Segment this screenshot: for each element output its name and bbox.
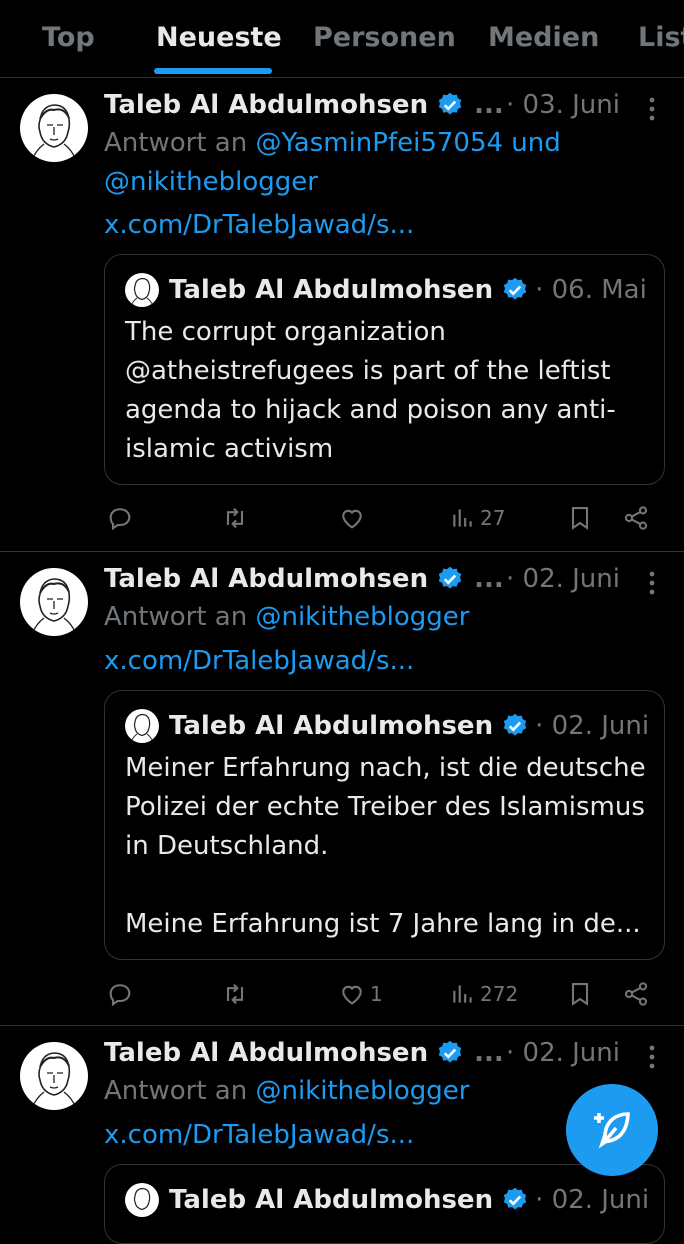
quoted-date: · 02. Juni	[535, 711, 650, 741]
avatar[interactable]	[20, 94, 88, 162]
name-ellipsis: ...	[474, 1038, 504, 1068]
tweet-actions: 27	[0, 500, 684, 536]
like-icon	[342, 509, 362, 529]
verified-badge-icon	[503, 277, 527, 300]
share-icon	[624, 506, 648, 530]
view-count: 272	[480, 982, 519, 1006]
quoted-author-name: Taleb Al Abdulmohsen	[169, 275, 494, 305]
quoted-date: · 06. Mai	[535, 275, 647, 305]
avatar-sketch-icon	[31, 578, 77, 635]
reply-icon	[109, 508, 131, 531]
share-button[interactable]	[622, 976, 650, 1012]
avatar-sketch-icon	[133, 1187, 151, 1211]
tweet-date[interactable]: · 02. Juni	[506, 1038, 620, 1068]
quoted-author-name: Taleb Al Abdulmohsen	[169, 711, 494, 741]
reply-button[interactable]	[106, 976, 134, 1012]
compose-button[interactable]	[566, 1084, 658, 1176]
reply-mentions[interactable]: @nikitheblogger	[255, 1076, 469, 1106]
quoted-text: Meiner Erfahrung nach, ist die deutsche …	[125, 753, 646, 939]
retweet-icon	[226, 983, 244, 1005]
verified-badge-icon	[438, 566, 462, 589]
view-count: 27	[480, 506, 506, 530]
reply-context: Antwort an @YasminPfei57054 und @nikithe…	[104, 124, 624, 202]
tweet-link[interactable]: x.com/DrTalebJawad/s...	[104, 1120, 414, 1150]
retweet-button[interactable]	[220, 976, 250, 1012]
avatar-sketch-icon	[31, 104, 77, 161]
tweet-date[interactable]: · 02. Juni	[506, 564, 620, 594]
author-name[interactable]: Taleb Al Abdulmohsen	[104, 90, 428, 120]
tweet[interactable]: Taleb Al Abdulmohsen ... · 03. Juni Antw…	[0, 78, 684, 552]
like-button[interactable]	[338, 500, 370, 536]
avatar[interactable]	[20, 568, 88, 636]
like-count: 1	[370, 982, 383, 1006]
tweet-actions: 1 272	[0, 976, 684, 1012]
search-tabs: Top Neueste Personen Medien List	[0, 0, 684, 78]
tweet-link[interactable]: x.com/DrTalebJawad/s...	[104, 210, 414, 240]
quoted-avatar	[125, 1183, 159, 1217]
author-name[interactable]: Taleb Al Abdulmohsen	[104, 564, 428, 594]
reply-button[interactable]	[106, 500, 134, 536]
more-icon[interactable]	[642, 1042, 662, 1072]
reply-icon	[109, 984, 131, 1007]
like-button[interactable]: 1	[338, 976, 383, 1012]
share-button[interactable]	[622, 500, 650, 536]
tweet-link[interactable]: x.com/DrTalebJawad/s...	[104, 646, 414, 676]
bookmark-icon	[571, 983, 589, 1006]
quoted-tweet[interactable]: Taleb Al Abdulmohsen · 02. Juni Meiner E…	[104, 690, 665, 960]
quoted-avatar	[125, 709, 159, 743]
retweet-icon	[226, 507, 244, 529]
tab-neueste[interactable]: Neueste	[156, 22, 282, 53]
quoted-author-name: Taleb Al Abdulmohsen	[169, 1185, 494, 1215]
tab-listen[interactable]: List	[638, 22, 684, 53]
verified-badge-icon	[503, 1187, 527, 1210]
name-ellipsis: ...	[474, 90, 504, 120]
quoted-tweet[interactable]: Taleb Al Abdulmohsen · 02. Juni	[104, 1164, 665, 1244]
verified-badge-icon	[438, 92, 462, 115]
avatar[interactable]	[20, 1042, 88, 1110]
reply-context: Antwort an @nikitheblogger	[104, 598, 624, 637]
avatar-sketch-icon	[130, 713, 154, 743]
tab-personen[interactable]: Personen	[313, 22, 456, 53]
quoted-avatar	[125, 273, 159, 307]
views-button[interactable]: 27	[450, 500, 505, 536]
more-icon[interactable]	[642, 568, 662, 598]
more-icon[interactable]	[642, 94, 662, 124]
quoted-date: · 02. Juni	[535, 1185, 650, 1215]
retweet-button[interactable]	[220, 500, 250, 536]
avatar-sketch-icon	[130, 277, 154, 307]
tab-top[interactable]: Top	[42, 22, 95, 53]
reply-context: Antwort an @nikitheblogger	[104, 1072, 624, 1111]
views-icon	[453, 509, 472, 527]
author-name[interactable]: Taleb Al Abdulmohsen	[104, 1038, 428, 1068]
reply-prefix: Antwort an	[104, 1076, 256, 1106]
reply-prefix: Antwort an	[104, 128, 256, 158]
like-icon	[342, 985, 362, 1005]
tab-medien[interactable]: Medien	[488, 22, 599, 53]
bookmark-button[interactable]	[566, 500, 594, 536]
tweet[interactable]: Taleb Al Abdulmohsen ... · 02. Juni Antw…	[0, 552, 684, 1026]
verified-badge-icon	[503, 713, 527, 736]
bookmark-icon	[571, 507, 589, 530]
views-icon	[453, 985, 472, 1003]
name-ellipsis: ...	[474, 564, 504, 594]
compose-icon	[594, 1112, 630, 1149]
reply-prefix: Antwort an	[104, 602, 256, 632]
verified-badge-icon	[438, 1040, 462, 1063]
tweet-date[interactable]: · 03. Juni	[506, 90, 620, 120]
bookmark-button[interactable]	[566, 976, 594, 1012]
views-button[interactable]: 272	[450, 976, 518, 1012]
quoted-tweet[interactable]: Taleb Al Abdulmohsen · 06. Mai The corru…	[104, 254, 665, 485]
reply-mentions[interactable]: @nikitheblogger	[255, 602, 469, 632]
avatar-sketch-icon	[31, 1052, 77, 1109]
active-tab-indicator	[154, 68, 272, 74]
share-icon	[624, 982, 648, 1006]
quoted-text: The corrupt organization @atheistrefugee…	[125, 317, 616, 464]
